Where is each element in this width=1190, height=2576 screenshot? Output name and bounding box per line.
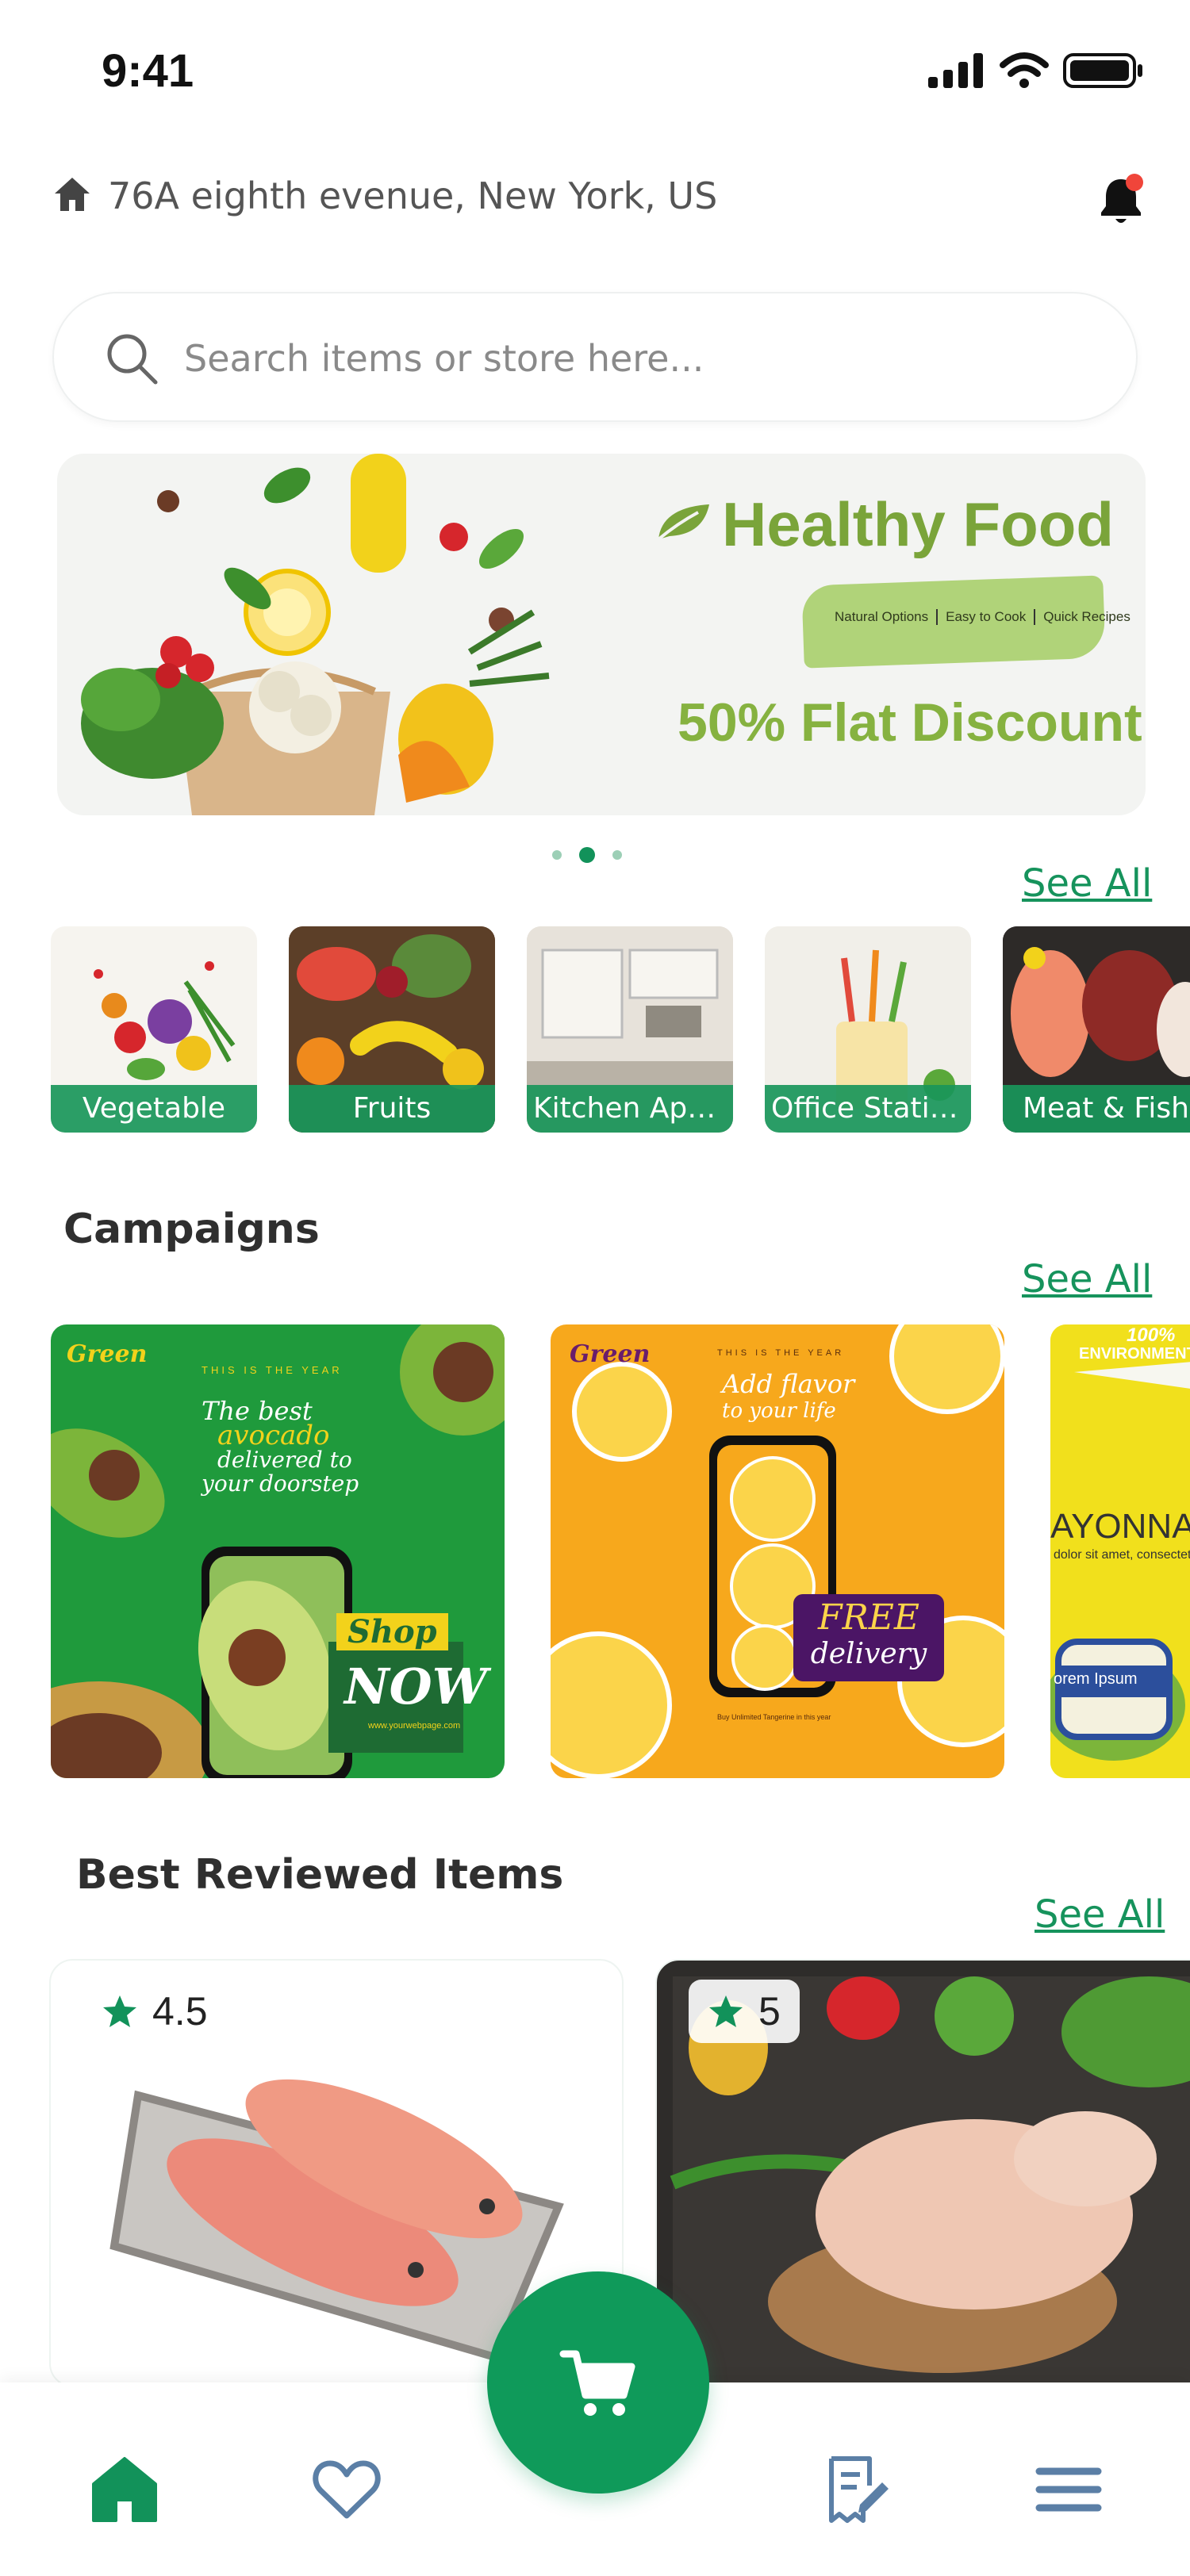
campaign-tagline: THIS IS THE YEAR bbox=[202, 1364, 343, 1376]
banner-title: Healthy Food bbox=[722, 489, 1115, 559]
campaign-headline-1: Add flavor bbox=[722, 1369, 855, 1399]
banner-tag: Natural Options bbox=[835, 609, 929, 624]
wifi-icon bbox=[1000, 52, 1049, 88]
category-list: Vegetable Fruits Kitchen App... Office S… bbox=[51, 926, 1190, 1136]
best-reviewed-title: Best Reviewed Items bbox=[76, 1851, 564, 1899]
category-card-meat-fish[interactable]: Meat & Fish bbox=[1003, 926, 1190, 1133]
campaign-body: dolor sit amet, consectetur adi bbox=[1054, 1548, 1190, 1562]
product-card-chicken[interactable]: 5 bbox=[655, 1959, 1190, 2387]
campaign-badge-line-2: ENVIRONMENT bbox=[1079, 1345, 1190, 1363]
category-label: Meat & Fish bbox=[1003, 1085, 1190, 1133]
campaign-footer: Buy Unlimited Tangerine in this year bbox=[717, 1713, 831, 1721]
search-bar[interactable] bbox=[52, 292, 1138, 422]
campaign-headline-4: your doorstep bbox=[202, 1470, 359, 1497]
heart-icon[interactable] bbox=[311, 2454, 382, 2525]
receipt-edit-icon[interactable] bbox=[820, 2454, 892, 2525]
best-reviewed-see-all-link[interactable]: See All bbox=[1035, 1892, 1165, 1937]
pagination-dot[interactable] bbox=[552, 850, 562, 860]
campaign-badge-1: FREE bbox=[818, 1597, 919, 1638]
menu-icon[interactable] bbox=[1033, 2454, 1104, 2525]
bell-icon[interactable] bbox=[1095, 171, 1147, 227]
category-card-office-stationery[interactable]: Office Statio... bbox=[765, 926, 971, 1133]
star-icon bbox=[103, 1995, 136, 2027]
promo-banner[interactable]: Healthy Food Natural Options Easy to Coo… bbox=[57, 454, 1146, 815]
delivery-address: 76A eighth evenue, New York, US bbox=[108, 174, 718, 217]
category-label: Fruits bbox=[289, 1085, 495, 1133]
status-bar: 9:41 bbox=[0, 0, 1190, 143]
category-card-fruits[interactable]: Fruits bbox=[289, 926, 495, 1133]
home-icon bbox=[55, 178, 90, 211]
campaign-badge-2: delivery bbox=[810, 1638, 927, 1670]
banner-tag: Quick Recipes bbox=[1034, 609, 1130, 625]
campaign-brand: Green bbox=[67, 1340, 148, 1368]
campaign-jar-label: orem Ipsum bbox=[1054, 1670, 1138, 1688]
category-card-vegetable[interactable]: Vegetable bbox=[51, 926, 257, 1133]
campaign-badge: FREE delivery bbox=[793, 1594, 944, 1681]
campaign-url: www.yourwebpage.com bbox=[368, 1721, 461, 1731]
category-label: Office Statio... bbox=[765, 1085, 971, 1133]
delivery-address-row[interactable]: 76A eighth evenue, New York, US bbox=[52, 167, 1147, 230]
star-icon bbox=[709, 1995, 743, 2027]
search-input[interactable] bbox=[184, 325, 1088, 392]
cellular-signal-icon bbox=[928, 53, 983, 88]
home-icon[interactable] bbox=[89, 2454, 160, 2525]
banner-tag: Easy to Cook bbox=[936, 609, 1026, 625]
campaign-card-orange[interactable]: Green THIS IS THE YEAR Add flavor to you… bbox=[551, 1324, 1004, 1778]
battery-icon bbox=[1063, 53, 1142, 88]
pagination-dot[interactable] bbox=[612, 850, 622, 860]
campaign-card-mayonnaise[interactable]: 100% ENVIRONMENT AYONNAIS dolor sit amet… bbox=[1050, 1324, 1190, 1778]
rating-badge: 4.5 bbox=[83, 1980, 227, 2043]
rating-value: 5 bbox=[758, 1989, 781, 2034]
campaigns-see-all-link[interactable]: See All bbox=[1022, 1257, 1152, 1301]
status-icons bbox=[928, 52, 1144, 89]
status-time: 9:41 bbox=[102, 45, 194, 97]
cart-icon bbox=[559, 2350, 635, 2416]
category-card-kitchen-appliances[interactable]: Kitchen App... bbox=[527, 926, 733, 1133]
campaign-card-avocado[interactable]: Green THIS IS THE YEAR The best avocado … bbox=[51, 1324, 505, 1778]
campaign-badge-line-1: 100% bbox=[1127, 1324, 1176, 1346]
pagination-dot-active[interactable] bbox=[579, 847, 595, 863]
categories-see-all-link[interactable]: See All bbox=[1022, 861, 1152, 906]
campaign-brand: Green bbox=[570, 1340, 651, 1368]
rating-value: 4.5 bbox=[152, 1989, 208, 2034]
campaigns-title: Campaigns bbox=[63, 1206, 320, 1253]
campaign-badge-2: NOW bbox=[344, 1658, 488, 1715]
rating-badge: 5 bbox=[689, 1980, 800, 2043]
campaign-headline-3: delivered to bbox=[217, 1447, 352, 1473]
banner-pagination bbox=[552, 847, 622, 863]
campaign-headline-2: to your life bbox=[722, 1399, 836, 1423]
banner-tags: Natural Options Easy to Cook Quick Recip… bbox=[835, 609, 1130, 625]
search-icon bbox=[107, 334, 158, 385]
campaign-badge-1: Shop bbox=[336, 1613, 448, 1650]
category-label: Kitchen App... bbox=[527, 1085, 733, 1133]
category-label: Vegetable bbox=[51, 1085, 257, 1133]
banner-grocery-image bbox=[81, 454, 550, 815]
campaign-tagline: THIS IS THE YEAR bbox=[717, 1348, 845, 1358]
campaign-list: Green THIS IS THE YEAR The best avocado … bbox=[51, 1324, 1190, 1780]
notification-dot bbox=[1126, 174, 1143, 191]
leaf-logo-icon bbox=[657, 504, 709, 541]
campaign-title: AYONNAIS bbox=[1050, 1507, 1190, 1546]
banner-discount: 50% Flat Discount bbox=[678, 692, 1142, 753]
cart-button[interactable] bbox=[487, 2271, 709, 2494]
